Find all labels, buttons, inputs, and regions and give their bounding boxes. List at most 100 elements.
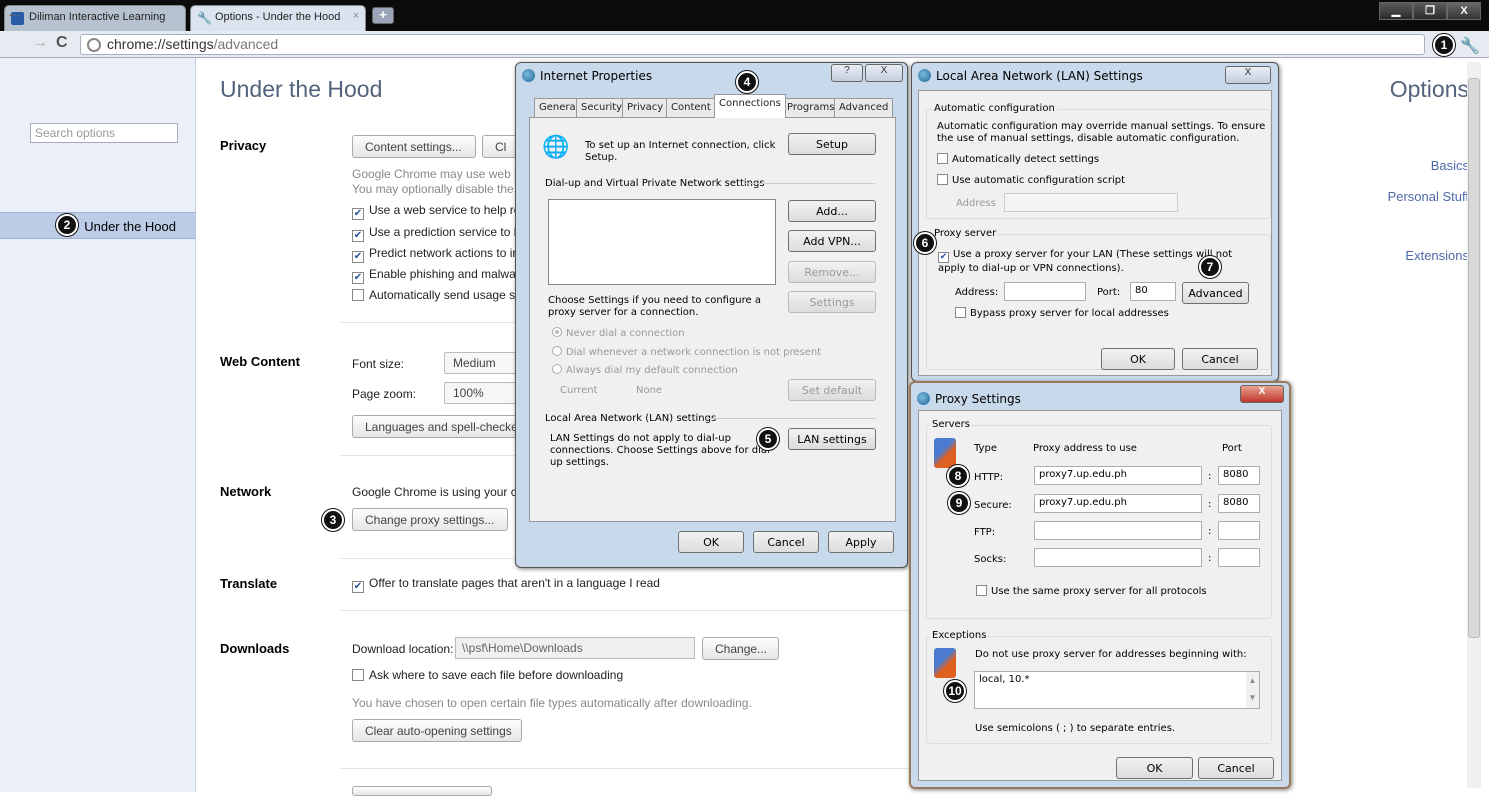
port-input[interactable]: 80 xyxy=(1130,282,1176,301)
languages-button[interactable]: Languages and spell-checke xyxy=(352,415,520,438)
scrollbar-thumb[interactable] xyxy=(1468,78,1480,638)
sidebar-item-personal-stuff[interactable]: Personal Stuff xyxy=(1388,189,1469,204)
advanced-button[interactable]: Advanced xyxy=(1182,282,1249,304)
servers-label: Servers xyxy=(930,419,973,430)
maximize-button[interactable]: ❐ xyxy=(1413,2,1447,20)
ftp-address-input[interactable] xyxy=(1034,521,1202,540)
tab-diliman[interactable]: Diliman Interactive Learning xyxy=(4,5,186,31)
checkbox-unchecked[interactable] xyxy=(937,153,948,164)
close-tab-icon[interactable]: × xyxy=(353,10,359,22)
tab-content[interactable]: Content xyxy=(666,98,716,117)
content-settings-button[interactable]: Content settings... xyxy=(352,135,476,158)
radio-unselected[interactable] xyxy=(552,364,562,374)
secure-port-input[interactable]: 8080 xyxy=(1218,494,1260,513)
sidebar-item-under-the-hood[interactable]: Under the Hood xyxy=(0,212,196,239)
exceptions-textarea[interactable]: local, 10.* xyxy=(974,671,1260,709)
ask-where-check[interactable]: Ask where to save each file before downl… xyxy=(352,668,623,682)
apply-button[interactable]: Apply xyxy=(828,531,894,553)
radio-unselected[interactable] xyxy=(552,346,562,356)
close-button[interactable]: X xyxy=(865,64,903,82)
checkbox-unchecked[interactable] xyxy=(352,289,364,301)
checkbox-checked[interactable]: ✔ xyxy=(352,208,364,220)
remove-button[interactable]: Remove... xyxy=(788,261,876,283)
search-input[interactable]: Search options xyxy=(30,123,178,143)
auto-detect-check[interactable]: Automatically detect settings xyxy=(937,153,1099,165)
tab-programs[interactable]: Programs xyxy=(782,98,840,117)
tab-security[interactable]: Security xyxy=(576,98,628,117)
add-vpn-button[interactable]: Add VPN... xyxy=(788,230,876,252)
cancel-button[interactable]: Cancel xyxy=(1182,348,1258,370)
tab-options[interactable]: 🔧 Options - Under the Hood × xyxy=(190,5,366,31)
wrench-menu-icon[interactable]: 🔧 xyxy=(1460,36,1480,56)
check-label: Use a proxy server for your LAN (These s… xyxy=(938,249,1233,274)
new-tab-button[interactable]: + xyxy=(372,7,394,24)
cancel-button[interactable]: Cancel xyxy=(753,531,819,553)
ok-button[interactable]: OK xyxy=(1116,757,1193,779)
http-address-input[interactable]: proxy7.up.edu.ph xyxy=(1034,466,1202,485)
ok-button[interactable]: OK xyxy=(1101,348,1175,370)
connections-list[interactable] xyxy=(548,199,776,285)
checkbox-checked[interactable]: ✔ xyxy=(352,581,364,593)
next-section-button[interactable] xyxy=(352,786,492,796)
bypass-check[interactable]: Bypass proxy server for local addresses xyxy=(955,307,1169,319)
http-port-input[interactable]: 8080 xyxy=(1218,466,1260,485)
sidebar-item-basics[interactable]: Basics xyxy=(1431,158,1469,173)
ok-button[interactable]: OK xyxy=(678,531,744,553)
download-location-field[interactable]: \\psf\Home\Downloads xyxy=(455,637,695,659)
privacy-check-4[interactable]: ✔ Enable phishing and malwar xyxy=(352,267,520,284)
font-size-select[interactable]: Medium xyxy=(444,352,519,374)
page-zoom-select[interactable]: 100% xyxy=(444,382,519,404)
textarea-scrollbar[interactable]: ▲ ▼ xyxy=(1246,672,1259,708)
change-proxy-settings-button[interactable]: Change proxy settings... xyxy=(352,508,508,531)
options-sidebar xyxy=(0,58,196,792)
proxy-address-input[interactable] xyxy=(1004,282,1086,301)
privacy-check-5[interactable]: Automatically send usage s xyxy=(352,288,515,302)
network-desc: Google Chrome is using your c xyxy=(352,485,517,499)
checkbox-unchecked[interactable] xyxy=(976,585,987,596)
radio-never[interactable]: Never dial a connection xyxy=(552,327,685,339)
setup-button[interactable]: Setup xyxy=(788,133,876,155)
radio-always-dial[interactable]: Always dial my default connection xyxy=(552,364,738,376)
radio-selected[interactable] xyxy=(552,327,562,337)
divider xyxy=(340,610,910,611)
tab-privacy[interactable]: Privacy xyxy=(622,98,669,117)
clear-auto-opening-button[interactable]: Clear auto-opening settings xyxy=(352,719,522,742)
checkbox-checked[interactable]: ✔ xyxy=(352,251,364,263)
address-bar[interactable]: chrome://settings/advanced xyxy=(80,34,1425,55)
checkbox-checked[interactable]: ✔ xyxy=(352,230,364,242)
tab-advanced[interactable]: Advanced xyxy=(834,98,894,117)
socks-port-input[interactable] xyxy=(1218,548,1260,567)
same-proxy-check[interactable]: Use the same proxy server for all protoc… xyxy=(976,585,1207,597)
socks-address-input[interactable] xyxy=(1034,548,1202,567)
close-window-button[interactable]: X xyxy=(1447,2,1481,20)
back-arrow-icon[interactable]: ← xyxy=(6,5,22,23)
checkbox-checked[interactable]: ✔ xyxy=(938,252,949,263)
privacy-check-2[interactable]: ✔ Use a prediction service to h xyxy=(352,225,520,242)
auto-script-check[interactable]: Use automatic configuration script xyxy=(937,174,1125,186)
cancel-button[interactable]: Cancel xyxy=(1198,757,1274,779)
checkbox-checked[interactable]: ✔ xyxy=(352,272,364,284)
translate-check[interactable]: ✔ Offer to translate pages that aren't in… xyxy=(352,576,660,593)
tab-connections[interactable]: Connections xyxy=(714,94,786,118)
privacy-check-1[interactable]: ✔ Use a web service to help re xyxy=(352,203,520,220)
privacy-check-3[interactable]: ✔ Predict network actions to in xyxy=(352,246,519,263)
sidebar-item-extensions[interactable]: Extensions xyxy=(1405,248,1469,263)
add-button[interactable]: Add... xyxy=(788,200,876,222)
ftp-port-input[interactable] xyxy=(1218,521,1260,540)
lan-settings-button[interactable]: LAN settings xyxy=(788,428,876,450)
reload-icon[interactable]: C xyxy=(56,34,68,52)
minimize-button[interactable]: ▁ xyxy=(1379,2,1413,20)
settings-button[interactable]: Settings xyxy=(788,291,876,313)
checkbox-unchecked[interactable] xyxy=(937,174,948,185)
forward-arrow-icon[interactable]: → xyxy=(32,34,48,52)
close-button[interactable]: X xyxy=(1240,385,1284,403)
change-download-location-button[interactable]: Change... xyxy=(702,637,779,660)
help-button[interactable]: ? xyxy=(831,64,863,82)
checkbox-unchecked[interactable] xyxy=(955,307,966,318)
close-button[interactable]: X xyxy=(1225,66,1271,84)
script-address-input[interactable] xyxy=(1004,193,1178,212)
set-default-button[interactable]: Set default xyxy=(788,379,876,401)
radio-dial-whenever[interactable]: Dial whenever a network connection is no… xyxy=(552,346,821,358)
checkbox-unchecked[interactable] xyxy=(352,669,364,681)
secure-address-input[interactable]: proxy7.up.edu.ph xyxy=(1034,494,1202,513)
